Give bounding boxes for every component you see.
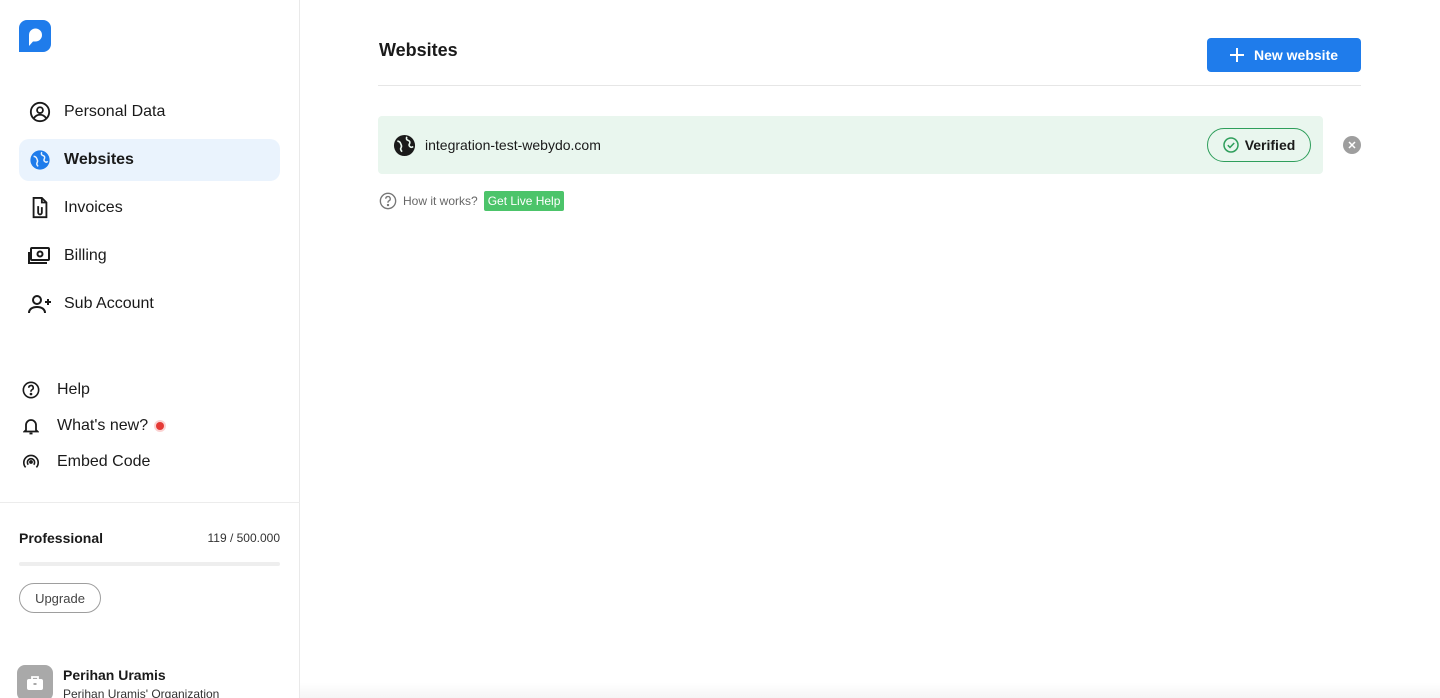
sidebar-link-whats-new[interactable]: What's new? bbox=[19, 408, 280, 444]
header-divider bbox=[378, 85, 1361, 86]
sidebar-item-sub-account[interactable]: Sub Account bbox=[19, 283, 280, 325]
sidebar-divider bbox=[0, 502, 300, 503]
globe-icon bbox=[28, 148, 52, 172]
verified-label: Verified bbox=[1244, 137, 1296, 153]
help-label: Help bbox=[57, 381, 90, 398]
page-title: Websites bbox=[379, 40, 458, 60]
sidebar-link-help[interactable]: Help bbox=[19, 372, 280, 408]
globe-icon bbox=[392, 133, 416, 157]
sidebar-item-websites[interactable]: Websites bbox=[19, 139, 280, 181]
check-circle-icon bbox=[1222, 137, 1239, 153]
sidebar-secondary-links: Help What's new? Embed Code bbox=[19, 372, 280, 480]
sidebar-nav: Personal Data Websites Invoices Billing … bbox=[19, 91, 280, 331]
question-circle-icon bbox=[379, 192, 397, 210]
upgrade-button[interactable]: Upgrade bbox=[19, 583, 101, 613]
main-content: Websites New website integration-test-we… bbox=[300, 0, 1440, 698]
plan-usage: 119 / 500.000 bbox=[207, 531, 280, 545]
user-plus-icon bbox=[28, 292, 52, 316]
close-icon bbox=[1348, 141, 1356, 149]
chat-bubble-logo-icon[interactable] bbox=[19, 20, 51, 52]
help-row: How it works? Get Live Help bbox=[379, 191, 565, 211]
user-circle-icon bbox=[28, 100, 52, 124]
sidebar-link-embed-code[interactable]: Embed Code bbox=[19, 444, 280, 480]
plan-name: Professional bbox=[19, 530, 104, 546]
new-website-label: New website bbox=[1253, 47, 1339, 63]
user-profile[interactable]: Perihan Uramis Perihan Uramis' Organizat… bbox=[17, 665, 219, 698]
user-organization: Perihan Uramis' Organization bbox=[63, 687, 220, 698]
plan-panel: Professional 119 / 500.000 Upgrade bbox=[19, 530, 280, 613]
plus-icon bbox=[1229, 48, 1244, 62]
embed-code-label: Embed Code bbox=[57, 453, 151, 470]
sidebar-item-personal-data[interactable]: Personal Data bbox=[19, 91, 280, 133]
question-circle-icon bbox=[21, 380, 41, 400]
verified-status-badge: Verified bbox=[1207, 128, 1311, 162]
website-url: integration-test-webydo.com bbox=[425, 137, 601, 153]
briefcase-icon bbox=[17, 665, 53, 698]
bottom-fade bbox=[300, 682, 1440, 698]
bell-icon bbox=[21, 416, 41, 436]
cash-icon bbox=[28, 244, 52, 268]
sidebar-item-label: Websites bbox=[64, 151, 134, 168]
user-name: Perihan Uramis bbox=[63, 667, 166, 683]
sidebar: Personal Data Websites Invoices Billing … bbox=[0, 0, 300, 698]
sidebar-item-billing[interactable]: Billing bbox=[19, 235, 280, 277]
sidebar-item-label: Personal Data bbox=[64, 103, 166, 120]
website-row[interactable]: integration-test-webydo.com Verified bbox=[378, 116, 1323, 174]
whats-new-label: What's new? bbox=[57, 417, 149, 434]
sidebar-item-label: Invoices bbox=[64, 199, 123, 216]
broadcast-icon bbox=[21, 452, 41, 472]
how-it-works-text: How it works? bbox=[403, 194, 478, 208]
new-website-button[interactable]: New website bbox=[1207, 38, 1361, 72]
sidebar-item-label: Billing bbox=[64, 247, 107, 264]
sidebar-item-label: Sub Account bbox=[64, 295, 154, 312]
notification-dot bbox=[156, 422, 165, 430]
get-live-help-button[interactable]: Get Live Help bbox=[483, 191, 565, 211]
usage-progress-bar bbox=[19, 562, 280, 566]
remove-website-button[interactable] bbox=[1343, 136, 1361, 154]
sidebar-item-invoices[interactable]: Invoices bbox=[19, 187, 280, 229]
document-icon bbox=[28, 196, 52, 220]
